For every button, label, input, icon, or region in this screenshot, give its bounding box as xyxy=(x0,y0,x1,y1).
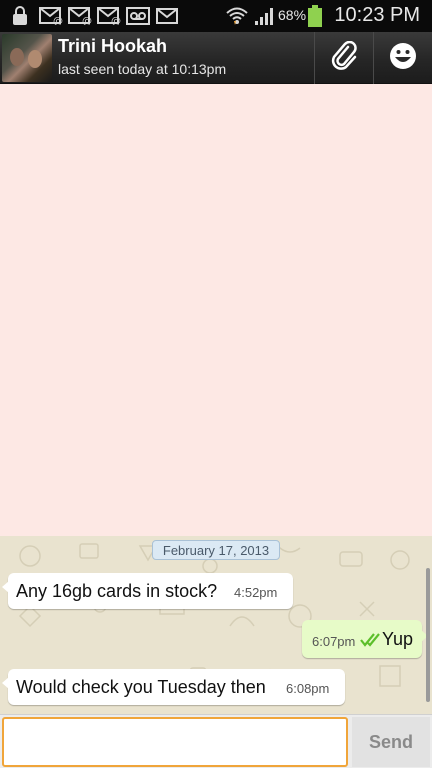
svg-text:@: @ xyxy=(53,16,63,25)
send-button[interactable]: Send xyxy=(352,717,430,767)
last-seen-status: last seen today at 10:13pm xyxy=(58,61,227,77)
svg-text:@: @ xyxy=(82,16,92,25)
chat-scrollbar[interactable] xyxy=(426,568,430,702)
message-text: Would check you Tuesday then xyxy=(16,677,266,697)
lock-icon xyxy=(10,6,30,26)
message-bubble-outgoing[interactable]: 6:07pm Yup xyxy=(302,620,428,658)
battery-percent: 68% xyxy=(278,7,307,23)
chat-background xyxy=(0,84,432,536)
attach-button[interactable] xyxy=(314,32,372,84)
message-time: 4:52pm xyxy=(234,585,278,600)
contact-name[interactable]: Trini Hookah xyxy=(58,36,167,57)
message-input[interactable] xyxy=(2,717,348,767)
message-text: Yup xyxy=(382,629,414,649)
battery-icon xyxy=(308,5,322,27)
message-time: 6:08pm xyxy=(286,681,330,696)
double-check-icon xyxy=(360,633,382,652)
composer-bar: Send xyxy=(0,714,432,768)
missed-mail-icon: @ xyxy=(67,6,93,26)
clock: 10:23 PM xyxy=(334,4,420,26)
email-icon xyxy=(154,6,180,26)
chat-header: Trini Hookah last seen today at 10:13pm xyxy=(0,32,432,84)
svg-text:@: @ xyxy=(111,16,121,25)
date-divider: February 17, 2013 xyxy=(152,540,280,560)
smiley-icon xyxy=(389,42,417,75)
missed-mail-icon: @ xyxy=(38,6,64,26)
attach-icon xyxy=(330,40,358,76)
message-bubble-incoming[interactable]: Would check you Tuesday then 6:08pm xyxy=(2,669,345,705)
missed-mail-icon: @ xyxy=(96,6,122,26)
chat-area[interactable]: February 17, 2013 Any 16gb cards in stoc… xyxy=(0,84,432,714)
wifi-icon xyxy=(226,6,248,26)
message-time: 6:07pm xyxy=(312,634,356,649)
avatar[interactable] xyxy=(2,34,52,82)
status-bar: @ @ @ 68% 10:23 PM xyxy=(0,0,432,32)
message-text: Any 16gb cards in stock? xyxy=(16,581,218,601)
message-bubble-incoming[interactable]: Any 16gb cards in stock? 4:52pm xyxy=(2,573,293,609)
emoji-button[interactable] xyxy=(373,32,431,84)
voicemail-icon xyxy=(125,6,151,26)
signal-icon xyxy=(254,6,276,26)
